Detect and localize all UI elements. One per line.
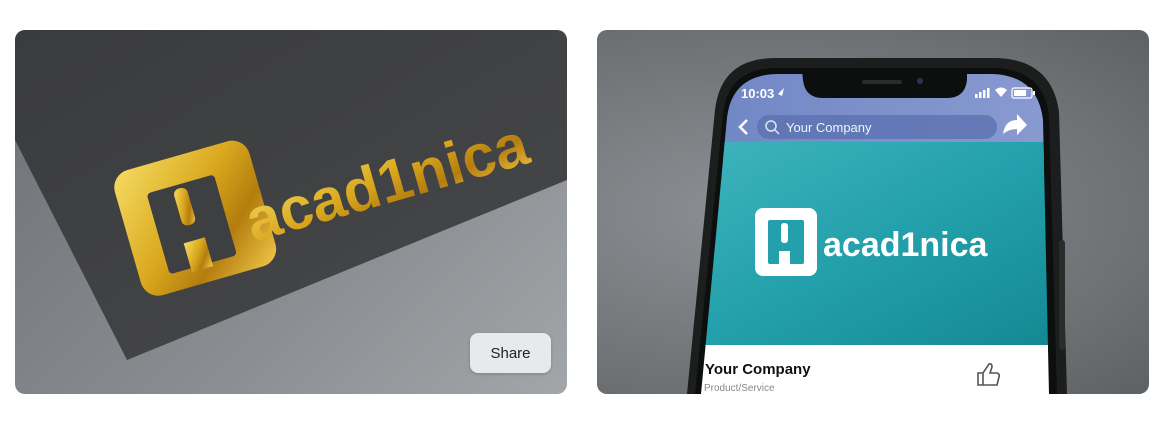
- cover-logo-mark: [755, 208, 817, 276]
- share-button[interactable]: Share: [470, 333, 551, 373]
- status-time: 10:03: [741, 86, 774, 101]
- gallery-card-gold-logo[interactable]: acad1nica Share: [15, 30, 567, 394]
- image-gallery: acad1nica Share 10:03 Your Company acad1…: [0, 0, 1160, 436]
- cover-brand-text: acad1nica: [823, 226, 989, 264]
- search-text: Your Company: [786, 120, 872, 135]
- page-name: Your Company: [705, 361, 811, 378]
- page-category: Product/Service: [704, 383, 775, 394]
- gallery-card-phone-mockup[interactable]: 10:03 Your Company acad1nica Your Compan…: [597, 30, 1149, 394]
- phone-mockup-scene: 10:03 Your Company acad1nica Your Compan…: [687, 58, 1067, 394]
